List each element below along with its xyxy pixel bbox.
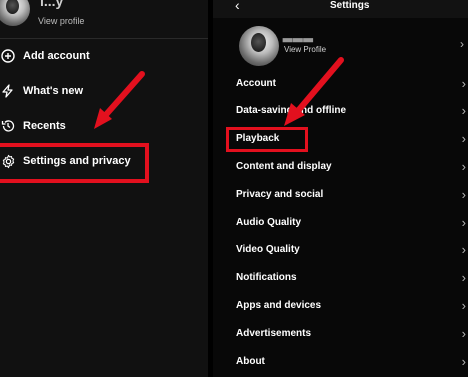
arrow-icon [284,57,344,126]
arrow-icon [94,71,145,129]
annotation-arrows [94,57,344,129]
